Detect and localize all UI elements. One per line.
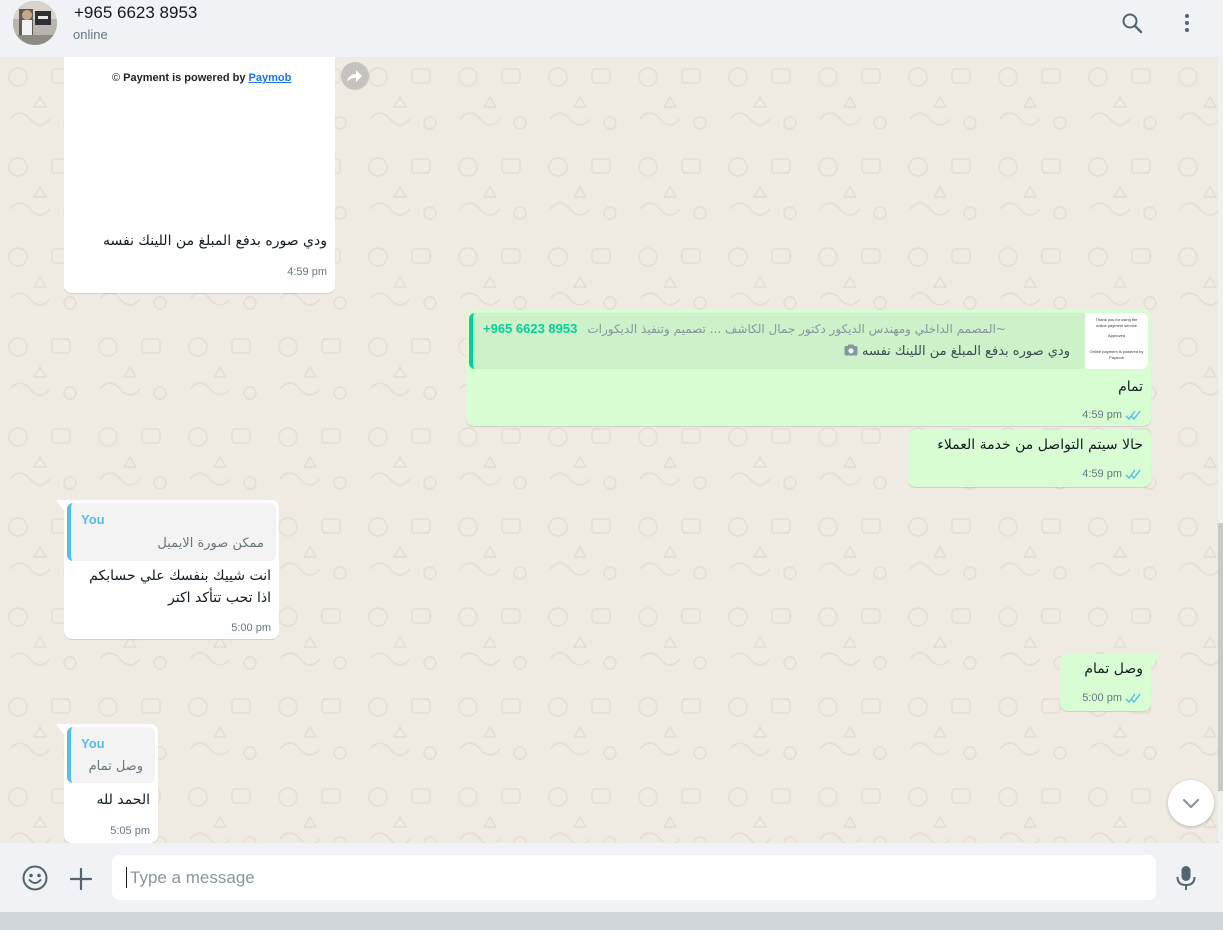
menu-dots-icon[interactable] (1175, 11, 1199, 35)
thumb-line-2: online payment service (1096, 323, 1137, 328)
scrollbar-thumb[interactable] (1218, 523, 1223, 791)
emoji-icon[interactable] (21, 864, 49, 892)
quoted-message[interactable]: Thank you for using the online payment s… (469, 313, 1148, 369)
message-input[interactable] (112, 855, 1156, 900)
message-text: وصل تمام (1084, 661, 1143, 677)
payment-powered-line: © Payment is powered by Paymob (112, 72, 291, 84)
message-time: 5:00 pm (1082, 692, 1122, 704)
text-caret (126, 867, 127, 888)
quote-author: +965 6623 8953 (483, 321, 578, 336)
message-text: تمام (1118, 379, 1143, 395)
quote-text: ودي صوره بدفع المبلغ من اللينك نفسه (862, 344, 1070, 359)
composer-bar (0, 843, 1223, 912)
chevron-down-icon (1182, 798, 1200, 809)
incoming-reply-message[interactable]: You ممكن صورة الايميل انت شييك بنفسك علي… (64, 500, 279, 639)
chat-scrollbar[interactable] (1218, 57, 1223, 843)
paymob-link[interactable]: Paymob (249, 72, 292, 84)
message-time: 4:59 pm (1082, 468, 1122, 480)
message-text-line-2: اذا تحب تتأكد اكتر (168, 590, 271, 606)
outgoing-message[interactable]: وصل تمام 5:00 pm (1060, 654, 1151, 711)
message-text-line-1: انت شييك بنفسك علي حسابكم (89, 568, 271, 584)
chat-panel[interactable]: © Payment is powered by Paymob ودي صوره … (0, 57, 1218, 843)
forward-button[interactable] (341, 62, 369, 90)
message-time: 5:05 pm (110, 825, 150, 837)
plus-icon[interactable] (68, 866, 94, 892)
powered-by-text: Payment is powered by (123, 72, 246, 84)
message-time: 4:59 pm (1082, 409, 1122, 421)
microphone-icon[interactable] (1174, 864, 1198, 892)
quoted-image-thumbnail: Thank you for using the online payment s… (1085, 313, 1148, 369)
quoted-message[interactable]: You وصل تمام (67, 727, 155, 783)
search-icon[interactable] (1120, 11, 1144, 35)
forward-icon (347, 70, 362, 82)
bubble-tail (56, 724, 65, 736)
outgoing-message[interactable]: حالا سيتم التواصل من خدمة العملاء 4:59 p… (908, 430, 1151, 487)
quoted-message[interactable]: You ممكن صورة الايميل (67, 503, 276, 561)
message-time: 4:59 pm (287, 266, 327, 278)
scroll-down-button[interactable] (1168, 780, 1214, 826)
bubble-tail (56, 500, 65, 512)
thumb-line-3: Approved (1107, 333, 1126, 338)
contact-avatar[interactable] (13, 1, 57, 45)
avatar-photo (13, 1, 57, 45)
chat-header: +965 6623 8953 online (0, 0, 1223, 57)
quote-author: You (81, 736, 105, 751)
camera-icon (844, 344, 858, 356)
thumb-line-4: Online payment is powered by Paymob (1089, 349, 1144, 360)
quote-body: ودي صوره بدفع المبلغ من اللينك نفسه (844, 344, 1070, 359)
message-text: حالا سيتم التواصل من خدمة العملاء (937, 437, 1143, 453)
double-tick-icon (1125, 469, 1141, 480)
copyright-icon: © (112, 72, 121, 84)
outgoing-reply-message[interactable]: Thank you for using the online payment s… (466, 310, 1151, 426)
quote-author: You (81, 512, 105, 527)
contact-name[interactable]: +965 6623 8953 (74, 3, 197, 23)
quote-text: ممكن صورة الايميل (157, 536, 264, 551)
window-bottom-strip (0, 912, 1223, 930)
message-time: 5:00 pm (231, 622, 271, 634)
quote-text: وصل تمام (88, 759, 143, 774)
message-text: ودي صوره بدفع المبلغ من اللينك نفسه (103, 233, 327, 249)
double-tick-icon (1125, 410, 1141, 421)
bubble-tail (1151, 654, 1160, 666)
incoming-image-message[interactable]: © Payment is powered by Paymob ودي صوره … (64, 57, 335, 293)
incoming-reply-message[interactable]: You وصل تمام الحمد لله 5:05 pm (64, 724, 158, 843)
quote-header: +965 6623 8953 ~المصمم الداخلي ومهندس ال… (483, 321, 1078, 339)
contact-status: online (73, 27, 108, 42)
quote-group-name: ~المصمم الداخلي ومهندس الديكور دكتور جما… (587, 322, 1006, 336)
message-text: الحمد لله (96, 792, 151, 808)
payment-screenshot-image[interactable]: © Payment is powered by Paymob (67, 57, 332, 220)
double-tick-icon (1125, 693, 1141, 704)
